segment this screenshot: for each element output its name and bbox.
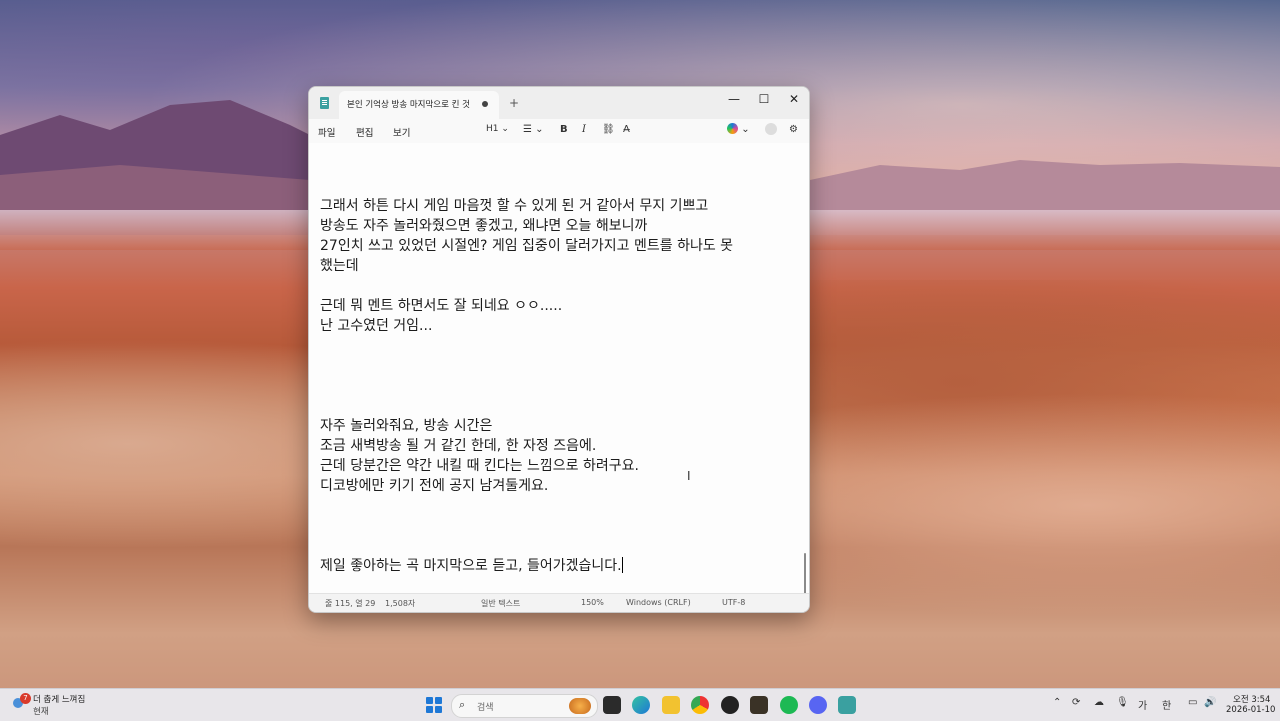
tab-title: 본인 기억상 방송 마지막으로 킨 것 [347,100,470,110]
chevron-down-icon: ⌄ [741,124,750,135]
search-box[interactable]: ⌕ 검색 [451,694,598,718]
notepad-icon [320,97,329,109]
list-icon: ☰ [523,124,532,135]
editor-line: 근데 당분간은 약간 내킬 때 킨다는 느낌으로 하려구요. [320,458,639,474]
ime-mode-2[interactable]: 한 [1162,697,1171,712]
editor-line: 근데 뭐 멘트 하면서도 잘 되네요 ㅇㅇ..... [320,298,563,314]
text-type: 일반 텍스트 [481,599,521,608]
minimize-button[interactable]: — [719,89,749,109]
zoom-level[interactable]: 150% [581,598,604,607]
editor-line: 디코방에만 키기 전에 공지 남겨둘게요. [320,478,549,494]
editor-line: 제일 좋아하는 곡 마지막으로 듣고, 들어가겠습니다. [320,557,623,574]
microphone-icon[interactable]: 🎙 [1116,697,1129,708]
encoding[interactable]: UTF-8 [722,598,745,607]
notepad-taskbar-icon[interactable] [838,696,856,714]
editor-line: 했는데 [320,258,359,274]
league-icon[interactable] [750,696,768,714]
ime-mode-1[interactable]: 가 [1138,697,1147,712]
heading-label: H1 [486,124,499,134]
edge-icon[interactable] [632,696,650,714]
display-icon[interactable]: ▭ [1188,697,1197,708]
editor-line: 조금 새벽방송 될 거 같긴 한데, 한 자정 즈음에. [320,438,597,454]
editor-content[interactable]: 그래서 하튼 다시 게임 마음껏 할 수 있게 된 거 같아서 무지 기쁘고방송… [320,196,800,576]
link-icon[interactable]: ⛓ [602,124,615,135]
settings-gear-icon[interactable]: ⚙ [789,124,798,135]
editor-line: 난 고수였던 거임... [320,318,433,334]
search-highlight-icon [569,698,591,714]
character-count: 1,508자 [385,599,416,608]
copilot-icon [727,123,738,134]
maximize-button[interactable]: ☐ [749,89,779,109]
status-bar: 줄 115, 열 29 1,508자 일반 텍스트 150% Windows (… [309,593,809,612]
weather-subtitle[interactable]: 현재 [33,705,49,717]
spotify-icon[interactable] [780,696,798,714]
menu-view[interactable]: 보기 [393,125,410,139]
copilot-dropdown[interactable]: ⌄ [727,123,750,135]
notepad-window: 본인 기억상 방송 마지막으로 킨 것 + — ☐ ✕ 파일 편집 보기 H1 … [308,86,810,613]
app-icon-1[interactable] [721,696,739,714]
search-placeholder: 검색 [477,703,494,713]
heading-dropdown[interactable]: H1 ⌄ [486,124,509,134]
unsaved-dot-icon[interactable] [482,101,488,107]
list-dropdown[interactable]: ☰ ⌄ [523,124,544,135]
chevron-down-icon: ⌄ [535,124,544,135]
mouse-cursor-ibeam-icon: I [687,469,691,483]
sync-icon[interactable]: ⟳ [1072,697,1080,708]
task-view-icon[interactable] [603,696,621,714]
menu-edit[interactable]: 편집 [356,125,373,139]
close-button[interactable]: ✕ [779,89,809,109]
cursor-position: 줄 115, 열 29 [325,599,376,608]
weather-badge: 7 [20,693,31,704]
search-icon: ⌕ [459,698,466,711]
new-tab-button[interactable]: + [509,96,519,110]
clock-time[interactable]: 오전 3:54 [1233,693,1270,705]
italic-button[interactable]: I [582,124,586,135]
discord-icon[interactable] [809,696,827,714]
clock-date[interactable]: 2026-01-10 [1226,705,1275,715]
menu-file[interactable]: 파일 [318,125,335,139]
editor-line: 그래서 하튼 다시 게임 마음껏 할 수 있게 된 거 같아서 무지 기쁘고 [320,198,709,214]
text-caret [621,557,623,573]
document-tab[interactable]: 본인 기억상 방송 마지막으로 킨 것 [339,91,499,119]
cloud-offline-icon[interactable]: ☁ [1094,697,1104,708]
start-button[interactable] [426,697,442,713]
line-ending[interactable]: Windows (CRLF) [626,598,691,607]
editor-line: 방송도 자주 놀러와줬으면 좋겠고, 왜냐면 오늘 해보니까 [320,218,648,234]
taskbar: 7 더 춥게 느껴짐 현재 ⌕ 검색 ⌃ ⟳ ☁ 🎙 가 한 ▭ 🔊 오전 3:… [0,688,1280,721]
account-icon[interactable] [765,123,777,138]
bold-button[interactable]: B [560,124,568,135]
weather-title[interactable]: 더 춥게 느껴짐 [33,693,85,705]
clear-formatting-icon[interactable]: A̶ [623,124,630,135]
text-editor[interactable]: 그래서 하튼 다시 게임 마음껏 할 수 있게 된 거 같아서 무지 기쁘고방송… [309,143,809,612]
volume-icon[interactable]: 🔊 [1204,697,1216,708]
file-explorer-icon[interactable] [662,696,680,714]
title-bar[interactable]: 본인 기억상 방송 마지막으로 킨 것 + — ☐ ✕ [309,87,809,119]
chrome-icon[interactable] [691,696,709,714]
chevron-down-icon: ⌄ [501,124,509,134]
chevron-up-icon[interactable]: ⌃ [1053,697,1061,708]
editor-line: 자주 놀러와줘요, 방송 시간은 [320,418,493,434]
menu-bar: 파일 편집 보기 H1 ⌄ ☰ ⌄ B I ⛓ A̶ ⌄ ⚙ [309,119,809,143]
editor-line: 27인치 쓰고 있었던 시절엔? 게임 집중이 달러가지고 멘트를 하나도 못 [320,238,734,254]
